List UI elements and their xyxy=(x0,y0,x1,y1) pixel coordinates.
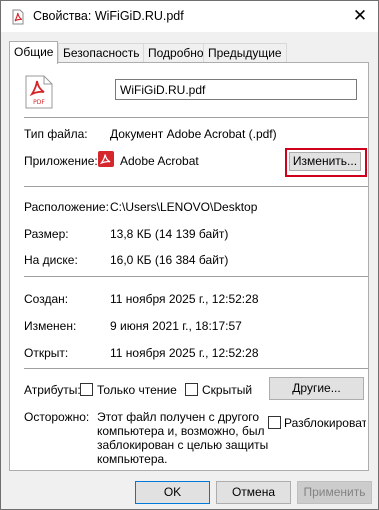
cancel-button[interactable]: Отмена xyxy=(216,481,291,504)
pdf-icon-label: PDF xyxy=(33,99,45,106)
unblock-label: Разблокировать xyxy=(284,416,366,430)
created-value: 11 ноября 2025 г., 12:52:28 xyxy=(110,292,259,306)
disk-size-label: На диске: xyxy=(24,253,78,267)
unblock-checkbox[interactable] xyxy=(268,416,281,429)
separator xyxy=(24,368,368,369)
ok-button[interactable]: OK xyxy=(135,481,210,504)
application-label: Приложение: xyxy=(24,154,98,168)
tab-general[interactable]: Общие xyxy=(9,41,59,64)
general-panel: PDF WiFiGiD.RU.pdf Тип файла: Документ A… xyxy=(9,62,369,471)
hidden-checkbox[interactable] xyxy=(185,383,198,396)
file-type-label: Тип файла: xyxy=(24,127,88,141)
opened-label: Открыт: xyxy=(24,346,69,360)
hidden-label: Скрытый xyxy=(202,383,253,397)
created-label: Создан: xyxy=(24,292,69,306)
modified-label: Изменен: xyxy=(24,319,77,333)
file-name-field[interactable]: WiFiGiD.RU.pdf xyxy=(115,79,357,100)
opened-value: 11 ноября 2025 г., 12:52:28 xyxy=(110,346,259,360)
change-app-button[interactable]: Изменить... xyxy=(289,152,361,171)
close-icon[interactable]: ✕ xyxy=(351,7,369,25)
caution-text-line: Этот файл получен с другого xyxy=(97,410,260,424)
size-value: 13,8 КБ (14 139 байт) xyxy=(110,227,229,241)
caution-text-line: компьютера и, возможно, был xyxy=(97,424,265,438)
title-bar: Свойства: WiFiGiD.RU.pdf ✕ xyxy=(1,1,378,32)
separator xyxy=(24,117,368,118)
modified-value: 9 июня 2021 г., 18:17:57 xyxy=(110,319,242,333)
tab-security[interactable]: Безопасность xyxy=(58,43,145,63)
location-label: Расположение: xyxy=(24,200,109,214)
separator xyxy=(24,186,368,187)
location-value: C:\Users\LENOVO\Desktop xyxy=(110,200,258,214)
advanced-attributes-button[interactable]: Другие... xyxy=(269,377,364,400)
adobe-acrobat-icon xyxy=(98,151,114,167)
caution-label: Осторожно: xyxy=(24,410,90,424)
apply-button[interactable]: Применить xyxy=(297,481,372,504)
pdf-file-icon xyxy=(12,9,24,25)
caution-text-line: заблокирован с целью защиты xyxy=(97,438,269,452)
tab-details[interactable]: Подробно xyxy=(143,43,209,63)
separator xyxy=(24,276,368,277)
file-type-value: Документ Adobe Acrobat (.pdf) xyxy=(110,127,277,141)
pdf-document-icon: PDF xyxy=(25,75,53,109)
properties-window: Свойства: WiFiGiD.RU.pdf ✕ Общие Безопас… xyxy=(0,0,379,510)
caution-text-line: компьютера. xyxy=(97,452,168,466)
readonly-label: Только чтение xyxy=(97,383,177,397)
readonly-checkbox[interactable] xyxy=(80,383,93,396)
disk-size-value: 16,0 КБ (16 384 байт) xyxy=(110,253,229,267)
tab-previous-versions[interactable]: Предыдущие версии xyxy=(203,43,287,79)
application-value: Adobe Acrobat xyxy=(120,154,199,168)
window-title: Свойства: WiFiGiD.RU.pdf xyxy=(33,9,184,23)
attributes-label: Атрибуты: xyxy=(24,383,81,397)
size-label: Размер: xyxy=(24,227,69,241)
